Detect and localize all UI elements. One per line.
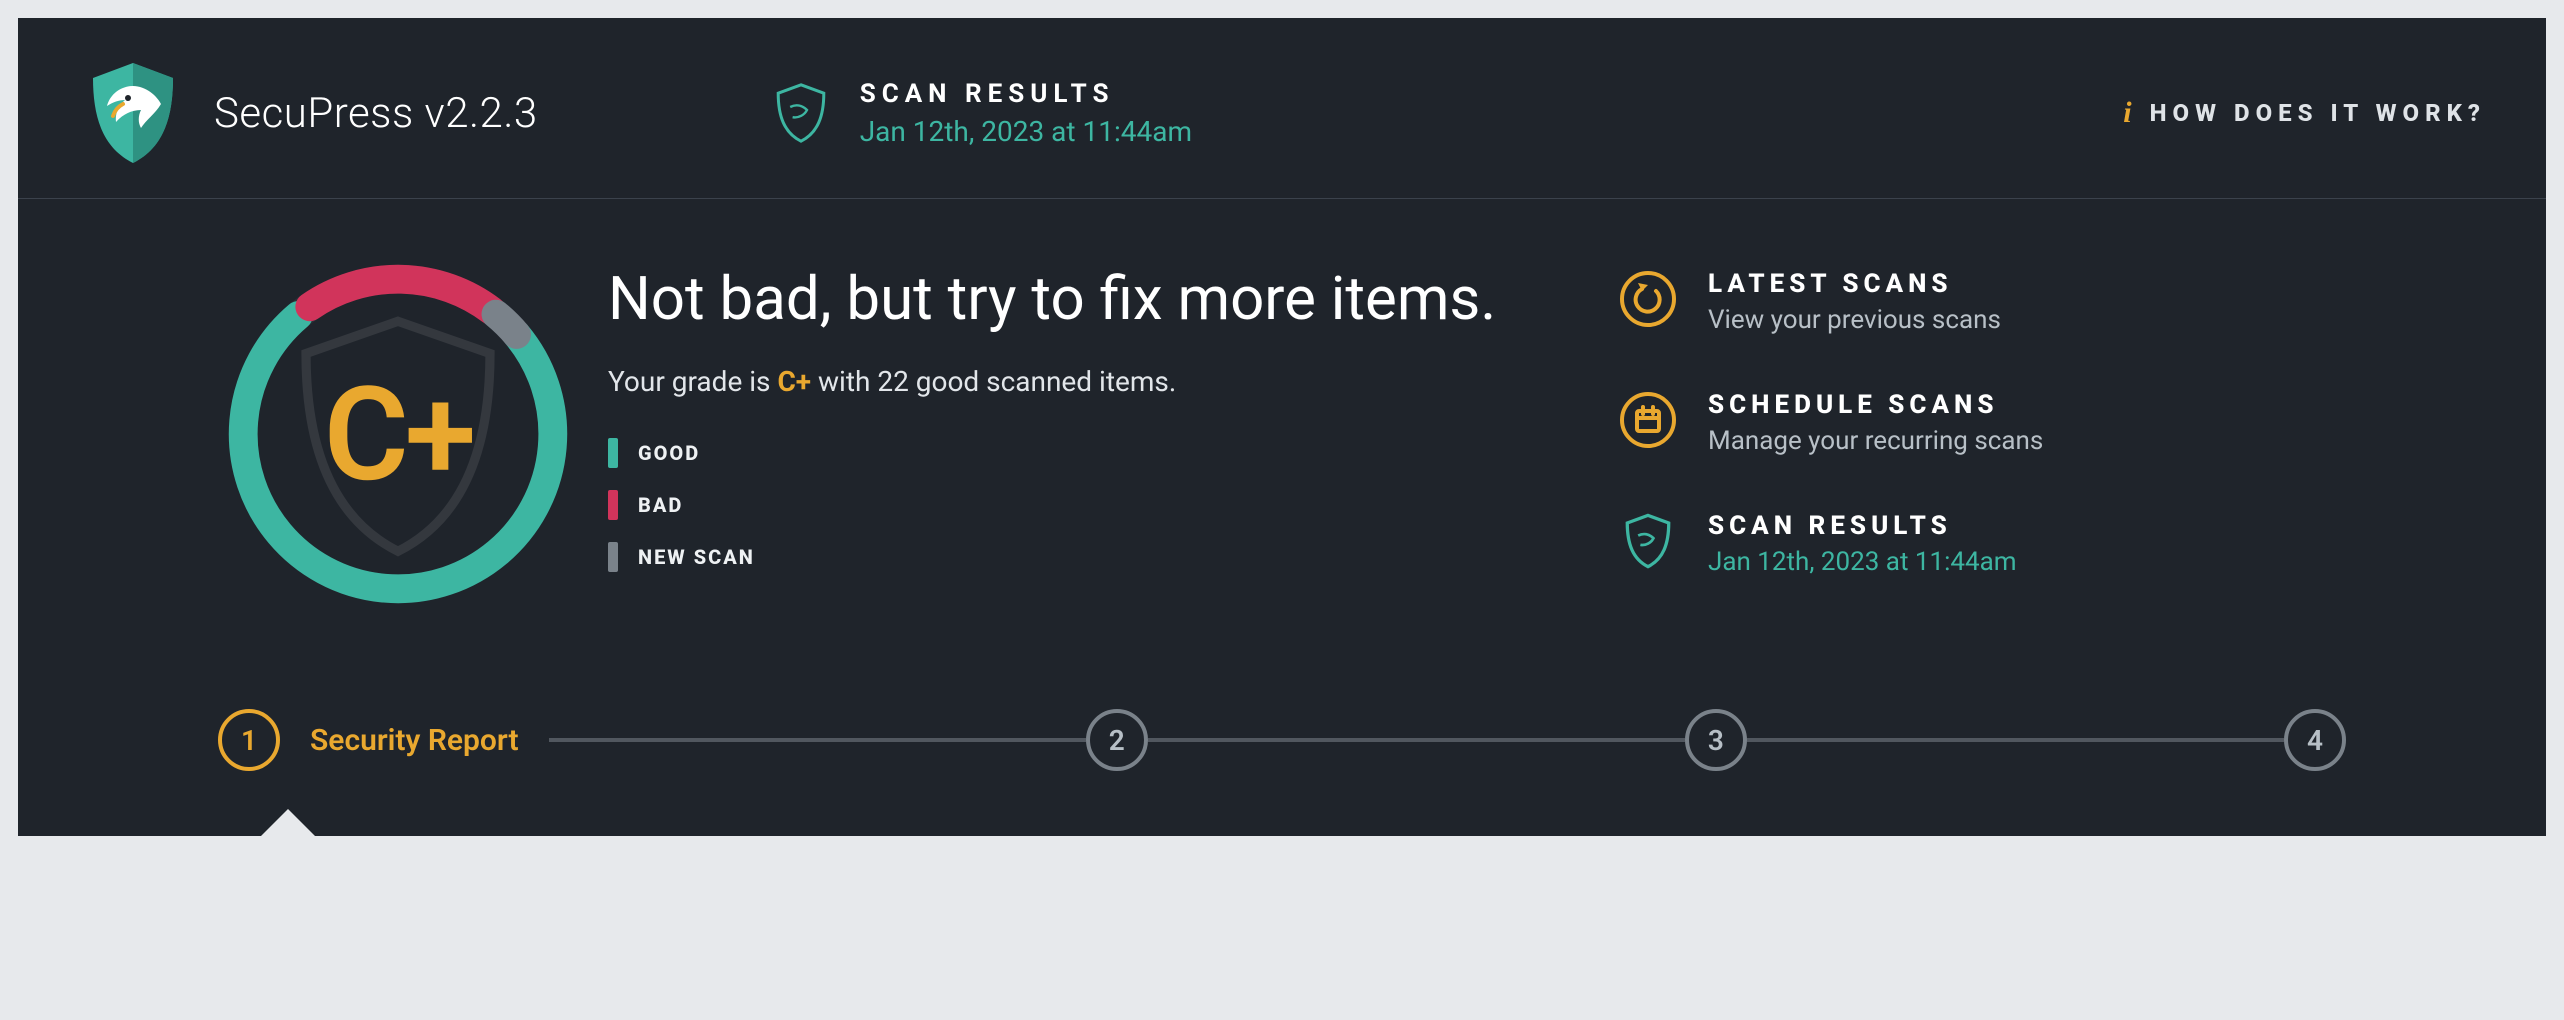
info-icon: i (2123, 96, 2131, 130)
app-header: SecuPress v2.2.3 SCAN RESULTS Jan 12th, … (18, 18, 2546, 199)
step-3[interactable]: 3 (1685, 709, 1747, 771)
legend-bad-label: BAD (638, 493, 683, 517)
grade-donut: C+ (218, 254, 578, 614)
header-scan-results: SCAN RESULTS Jan 12th, 2023 at 11:44am (768, 79, 1192, 148)
legend: GOOD BAD NEW SCAN (608, 438, 1588, 572)
swatch-good-icon (608, 438, 618, 468)
legend-bad: BAD (608, 490, 1588, 520)
subline: Your grade is C+ with 22 good scanned it… (608, 365, 1588, 398)
step-2[interactable]: 2 (1086, 709, 1148, 771)
latest-scans-link[interactable]: LATEST SCANS View your previous scans (1618, 269, 2178, 335)
step-connector (549, 738, 1086, 742)
latest-scans-title: LATEST SCANS (1708, 269, 2001, 299)
actions-column: LATEST SCANS View your previous scans (1618, 254, 2178, 614)
shield-outline-icon (768, 80, 834, 146)
legend-new-label: NEW SCAN (638, 545, 755, 569)
shield-outline-icon (1618, 511, 1678, 571)
secupress-logo-icon (78, 58, 188, 168)
legend-good: GOOD (608, 438, 1588, 468)
header-scan-title: SCAN RESULTS (860, 79, 1192, 109)
step-1[interactable]: 1 (218, 709, 280, 771)
summary: Not bad, but try to fix more items. Your… (608, 254, 1588, 614)
scan-results-title: SCAN RESULTS (1708, 511, 2017, 541)
step-4[interactable]: 4 (2284, 709, 2346, 771)
undo-circle-icon (1618, 269, 1678, 329)
how-does-it-work-label: HOW DOES IT WORK? (2150, 99, 2486, 127)
subline-post: with 22 good scanned items. (811, 365, 1176, 398)
brand: SecuPress v2.2.3 (78, 58, 538, 168)
grade-letter: C+ (218, 254, 578, 614)
brand-name: SecuPress v2.2.3 (214, 89, 538, 138)
scan-results-link[interactable]: SCAN RESULTS Jan 12th, 2023 at 11:44am (1618, 511, 2178, 577)
header-scan-date: Jan 12th, 2023 at 11:44am (860, 115, 1192, 148)
swatch-new-icon (608, 542, 618, 572)
legend-new: NEW SCAN (608, 542, 1588, 572)
headline: Not bad, but try to fix more items. (608, 264, 1588, 335)
schedule-scans-title: SCHEDULE SCANS (1708, 390, 2043, 420)
calendar-circle-icon (1618, 390, 1678, 450)
schedule-scans-link[interactable]: SCHEDULE SCANS Manage your recurring sca… (1618, 390, 2178, 456)
legend-good-label: GOOD (638, 441, 700, 465)
how-does-it-work-link[interactable]: i HOW DOES IT WORK? (2123, 96, 2486, 130)
step-connector (1148, 738, 1685, 742)
latest-scans-desc: View your previous scans (1708, 305, 2001, 335)
active-step-pointer-icon (260, 809, 316, 837)
schedule-scans-desc: Manage your recurring scans (1708, 426, 2043, 456)
scan-results-desc: Jan 12th, 2023 at 11:44am (1708, 547, 2017, 577)
step-1-label[interactable]: Security Report (310, 723, 519, 758)
step-connector (1747, 738, 2284, 742)
swatch-bad-icon (608, 490, 618, 520)
subline-grade: C+ (777, 365, 811, 398)
step-bar: 1 Security Report 2 3 4 (18, 654, 2546, 836)
subline-pre: Your grade is (608, 365, 777, 398)
